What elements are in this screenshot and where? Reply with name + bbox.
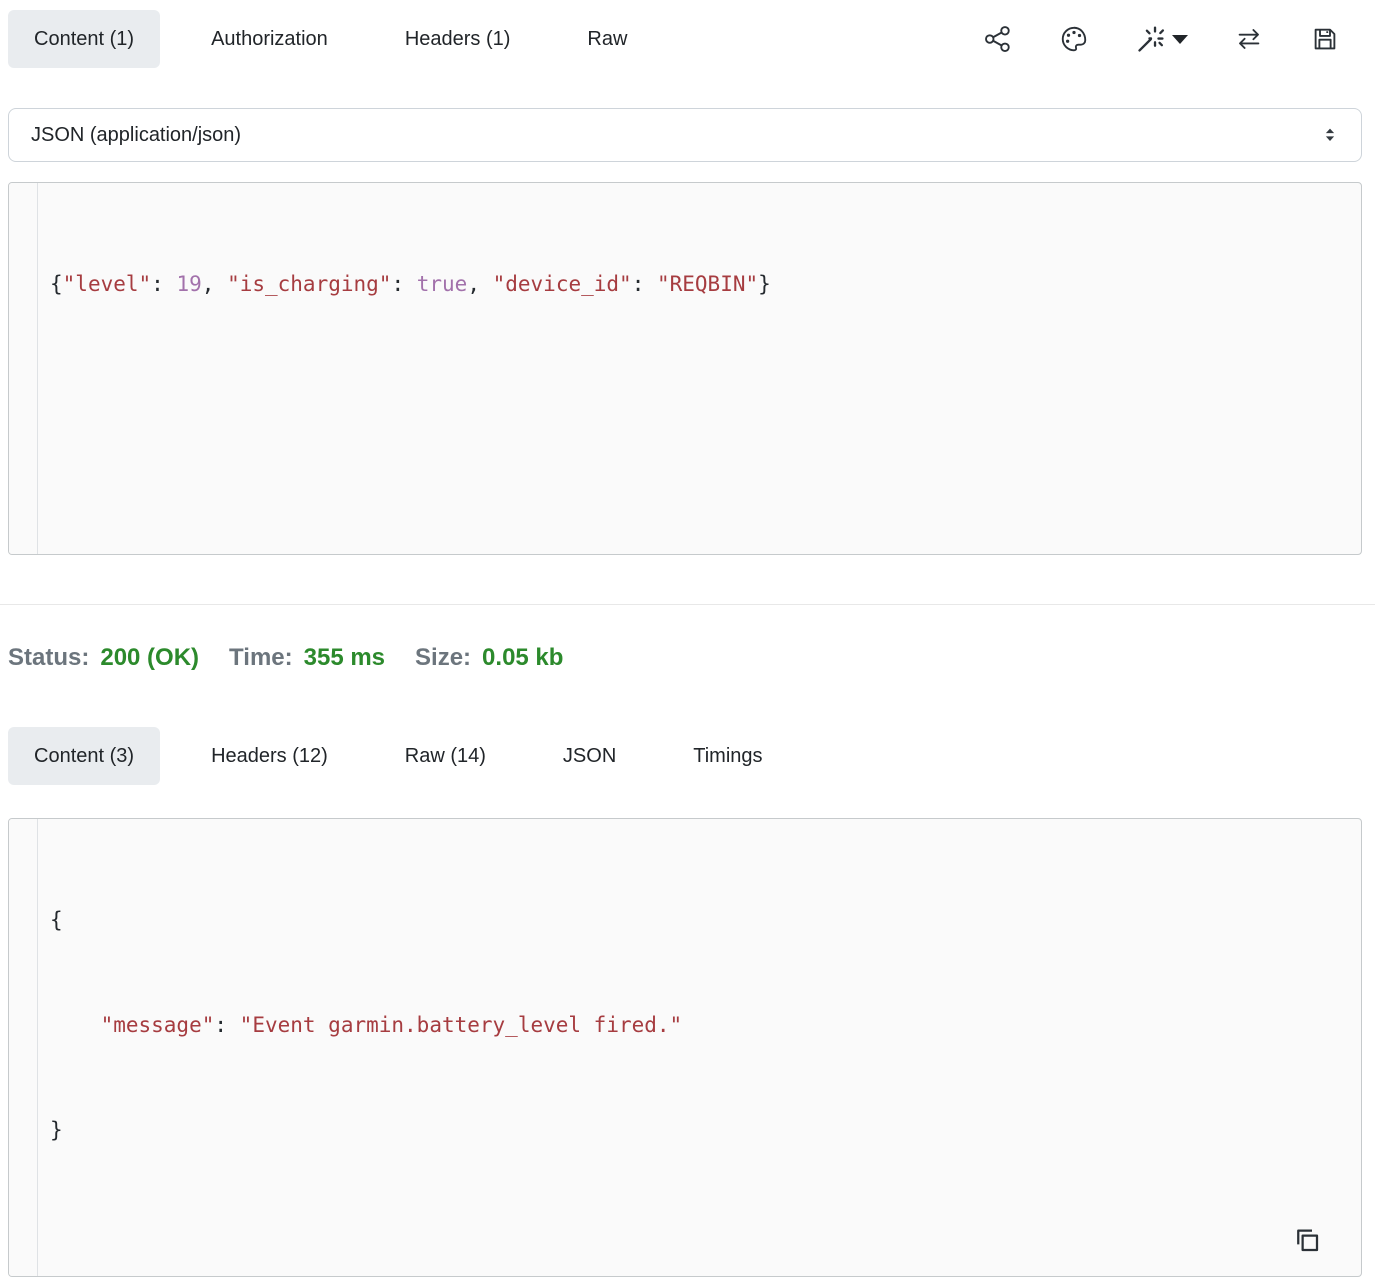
request-tab-authorization[interactable]: Authorization xyxy=(185,10,354,68)
status-label: Status: xyxy=(8,641,89,675)
swap-arrows-icon xyxy=(1234,24,1264,54)
code-token xyxy=(50,1013,101,1037)
code-token: : xyxy=(214,1013,239,1037)
code-token: "device_id" xyxy=(493,272,632,296)
response-body-code[interactable]: { "message": "Event garmin.battery_level… xyxy=(38,819,1361,1276)
share-button[interactable] xyxy=(983,24,1013,54)
save-button[interactable] xyxy=(1310,24,1340,54)
request-body-editor: {"level": 19, "is_charging": true, "devi… xyxy=(8,182,1362,555)
code-token: : xyxy=(151,272,176,296)
code-token: , xyxy=(467,272,492,296)
response-tab-content[interactable]: Content (3) xyxy=(8,727,160,785)
section-divider xyxy=(0,604,1375,605)
request-tab-headers[interactable]: Headers (1) xyxy=(379,10,537,68)
time-label: Time: xyxy=(229,641,293,675)
code-token: { xyxy=(50,908,63,932)
code-token: "is_charging" xyxy=(227,272,391,296)
code-token: : xyxy=(391,272,416,296)
code-line: } xyxy=(50,1113,1345,1148)
size-value: 0.05 kb xyxy=(482,641,563,675)
response-tab-timings[interactable]: Timings xyxy=(667,727,788,785)
code-token: "Event garmin.battery_level fired." xyxy=(240,1013,683,1037)
copy-icon xyxy=(1292,1225,1322,1255)
request-tab-content[interactable]: Content (1) xyxy=(8,10,160,68)
theme-button[interactable] xyxy=(1059,24,1089,54)
response-editor-gutter xyxy=(9,819,38,1276)
code-token: } xyxy=(758,272,771,296)
code-token: : xyxy=(632,272,657,296)
code-line: { xyxy=(50,903,1345,938)
response-tab-raw[interactable]: Raw (14) xyxy=(379,727,512,785)
response-tab-headers[interactable]: Headers (12) xyxy=(185,727,354,785)
request-toolbar xyxy=(983,24,1340,55)
code-line: "message": "Event garmin.battery_level f… xyxy=(50,1008,1345,1043)
response-body-viewer: { "message": "Event garmin.battery_level… xyxy=(8,818,1362,1277)
chevron-down-icon xyxy=(1172,35,1188,44)
request-tabs: Content (1) Authorization Headers (1) Ra… xyxy=(8,10,653,68)
time-value: 355 ms xyxy=(304,641,385,675)
code-line: {"level": 19, "is_charging": true, "devi… xyxy=(50,267,1345,302)
code-token: { xyxy=(50,272,63,296)
response-status-bar: Status: 200 (OK) Time: 355 ms Size: 0.05… xyxy=(8,641,1362,675)
content-type-selected-value: JSON (application/json) xyxy=(31,124,241,147)
copy-response-button[interactable] xyxy=(1291,1224,1323,1256)
code-token: "message" xyxy=(101,1013,215,1037)
response-tab-row: Content (3) Headers (12) Raw (14) JSON T… xyxy=(8,727,1362,785)
response-tabs: Content (3) Headers (12) Raw (14) JSON T… xyxy=(8,727,789,785)
code-token: "REQBIN" xyxy=(657,272,758,296)
share-icon xyxy=(983,24,1013,54)
code-token: "level" xyxy=(63,272,152,296)
request-tab-raw[interactable]: Raw xyxy=(561,10,653,68)
time-item: Time: 355 ms xyxy=(229,641,385,675)
status-code-value: 200 (OK) xyxy=(100,641,199,675)
code-token: } xyxy=(50,1118,63,1142)
request-editor-gutter xyxy=(9,183,38,554)
response-tab-json[interactable]: JSON xyxy=(537,727,642,785)
theme-palette-icon xyxy=(1059,24,1089,54)
code-token: , xyxy=(202,272,227,296)
size-label: Size: xyxy=(415,641,471,675)
request-body-code[interactable]: {"level": 19, "is_charging": true, "devi… xyxy=(38,183,1361,554)
select-updown-icon xyxy=(1319,124,1341,146)
code-token: 19 xyxy=(176,272,201,296)
code-token: true xyxy=(417,272,468,296)
content-type-select[interactable]: JSON (application/json) xyxy=(8,108,1362,162)
save-icon xyxy=(1310,24,1340,54)
reqbin-page: Content (1) Authorization Headers (1) Ra… xyxy=(0,0,1375,1277)
magic-wand-button[interactable] xyxy=(1135,24,1188,55)
request-tab-row: Content (1) Authorization Headers (1) Ra… xyxy=(8,10,1362,68)
size-item: Size: 0.05 kb xyxy=(415,641,563,675)
magic-wand-icon xyxy=(1135,24,1166,55)
status-code-item: Status: 200 (OK) xyxy=(8,641,199,675)
swap-button[interactable] xyxy=(1234,24,1264,54)
